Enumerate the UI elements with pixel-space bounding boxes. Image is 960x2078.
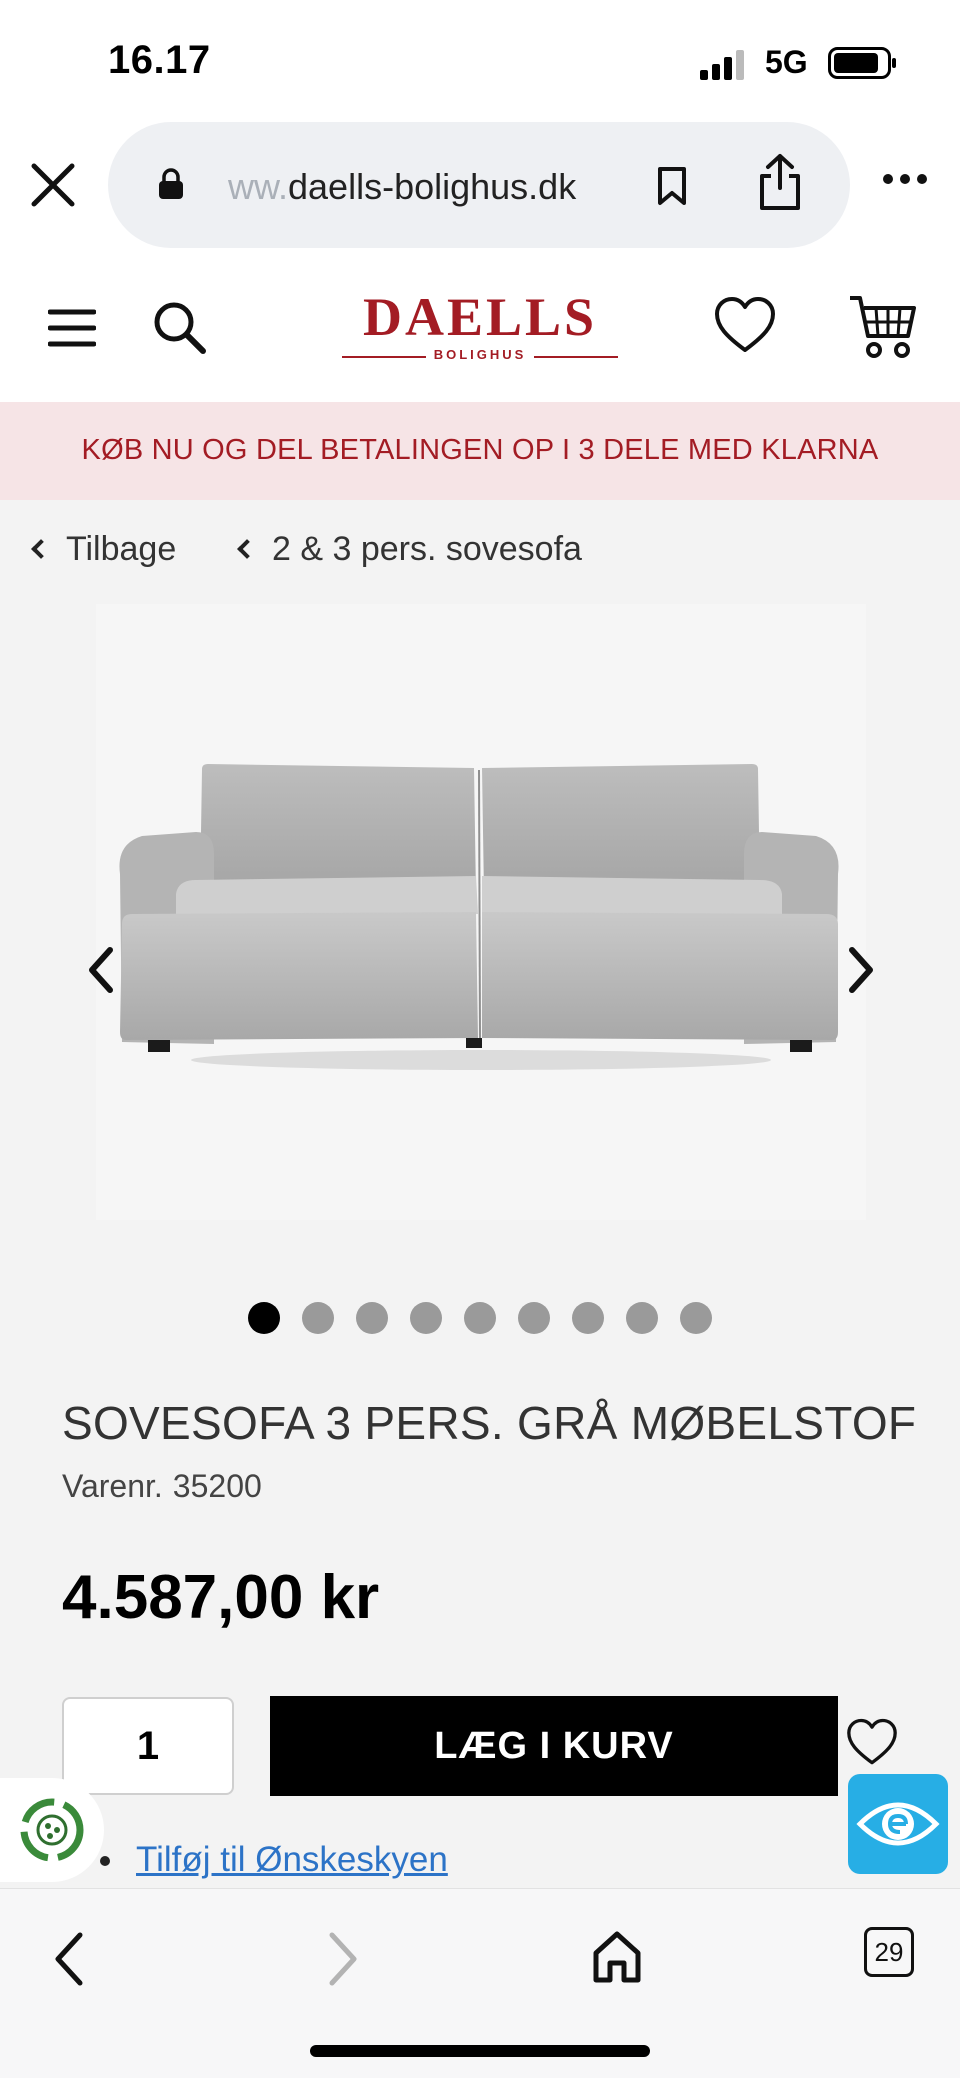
product-title: SOVESOFA 3 PERS. GRÅ MØBELSTOF: [62, 1397, 917, 1449]
breadcrumb-back[interactable]: Tilbage: [31, 530, 177, 569]
add-to-cart-button[interactable]: LÆG I KURV: [270, 1696, 838, 1796]
gallery-dot[interactable]: [356, 1302, 388, 1334]
url-faded-prefix: ww.: [228, 166, 289, 207]
breadcrumb-category-label: 2 & 3 pers. sovesofa: [272, 530, 582, 568]
browser-address-bar: ww.daells-bolighus.dk: [0, 120, 960, 250]
bullet: [100, 1856, 110, 1866]
add-to-wishlist-link[interactable]: Tilføj til Ønskeskyen: [136, 1840, 448, 1880]
recycle-icon: [20, 1798, 84, 1862]
logo-subtitle: BOLIGHUS: [425, 347, 535, 362]
browser-toolbar: 29: [0, 1888, 960, 2078]
close-icon[interactable]: [28, 160, 78, 210]
breadcrumb-back-label: Tilbage: [66, 530, 177, 568]
gallery-prev-arrow[interactable]: [82, 940, 122, 1000]
network-type: 5G: [765, 44, 808, 80]
signal-bars-icon: [700, 50, 750, 85]
site-header: DAELLS BOLIGHUS: [0, 262, 960, 402]
wishlist-heart-icon[interactable]: [846, 1718, 898, 1771]
quantity-input[interactable]: 1: [62, 1697, 234, 1795]
product-image[interactable]: [96, 604, 866, 1220]
gallery-dot[interactable]: [248, 1302, 280, 1334]
eco-badge[interactable]: [0, 1778, 104, 1882]
chevron-left-icon: [237, 539, 257, 559]
gallery-dot[interactable]: [302, 1302, 334, 1334]
bookmark-icon[interactable]: [656, 166, 688, 211]
lock-icon: [158, 168, 184, 205]
product-page: Tilbage 2 & 3 pers. sovesofa SOVESOFA 3 …: [0, 500, 960, 1890]
gallery-dot[interactable]: [410, 1302, 442, 1334]
gallery-dot[interactable]: [626, 1302, 658, 1334]
url-domain: daells-bolighus.dk: [288, 166, 577, 207]
url-field[interactable]: ww.daells-bolighus.dk: [108, 122, 850, 248]
url-text: ww.daells-bolighus.dk: [228, 166, 576, 208]
accessibility-badge[interactable]: [848, 1774, 948, 1874]
menu-icon[interactable]: [47, 308, 97, 353]
sku-value: 35200: [172, 1468, 262, 1504]
share-icon[interactable]: [756, 152, 804, 217]
forward-icon[interactable]: [322, 1929, 362, 1994]
home-indicator: [310, 2045, 650, 2057]
status-bar: 16.17 5G: [0, 0, 960, 120]
sku-label: Varenr.: [62, 1468, 163, 1504]
gallery-dot[interactable]: [680, 1302, 712, 1334]
search-icon[interactable]: [152, 300, 208, 361]
battery-icon: [828, 47, 898, 84]
gallery-dot[interactable]: [464, 1302, 496, 1334]
promo-text: KØB NU OG DEL BETALINGEN OP I 3 DELE MED…: [81, 434, 879, 466]
heart-icon[interactable]: [714, 296, 776, 359]
back-icon[interactable]: [50, 1929, 90, 1994]
logo-name: DAELLS: [362, 287, 598, 347]
product-price: 4.587,00 kr: [62, 1563, 380, 1632]
sofa-image: [119, 764, 839, 1070]
gallery-next-arrow[interactable]: [840, 940, 880, 1000]
gallery-dot[interactable]: [572, 1302, 604, 1334]
breadcrumb-category[interactable]: 2 & 3 pers. sovesofa: [237, 530, 582, 569]
cart-icon[interactable]: [848, 292, 918, 367]
gallery-dot[interactable]: [518, 1302, 550, 1334]
more-icon[interactable]: [882, 172, 928, 190]
product-sku: Varenr. 35200: [62, 1468, 262, 1505]
gallery-dots: [0, 1302, 960, 1342]
site-logo[interactable]: DAELLS BOLIGHUS: [342, 290, 618, 374]
promo-banner[interactable]: KØB NU OG DEL BETALINGEN OP I 3 DELE MED…: [0, 402, 960, 500]
home-icon[interactable]: [592, 1929, 642, 1990]
status-time: 16.17: [108, 38, 211, 82]
eye-icon: [856, 1802, 940, 1846]
chevron-left-icon: [31, 539, 51, 559]
tabs-icon[interactable]: 29: [864, 1927, 914, 1977]
